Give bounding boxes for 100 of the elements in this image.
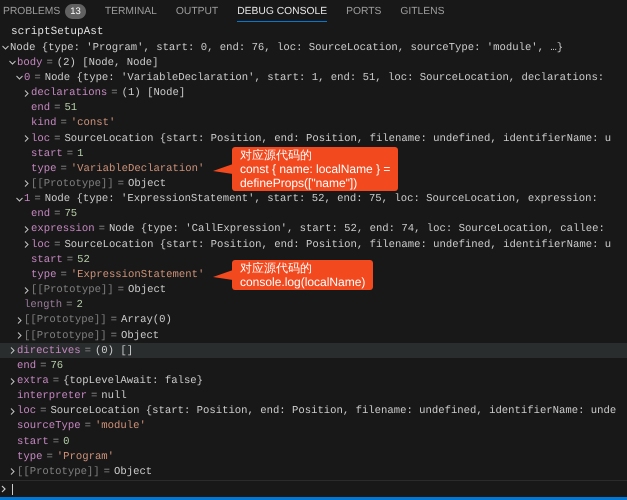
chevron-down-icon[interactable]	[16, 74, 23, 82]
equals-sign: =	[66, 254, 74, 266]
tree-row[interactable]: [[Prototype]] = Object	[0, 176, 166, 192]
property-name: directives	[17, 344, 81, 357]
tree-row[interactable]: type = 'Program'	[0, 449, 114, 464]
property-value: 0	[63, 436, 70, 448]
equals-sign: =	[118, 178, 124, 190]
tree-row[interactable]: start = 0	[0, 434, 70, 450]
chevron-right-icon[interactable]	[16, 332, 23, 340]
property-value: Object	[128, 284, 166, 296]
property-value: 76	[50, 360, 64, 372]
equals-sign: =	[104, 466, 110, 478]
equals-sign: =	[46, 450, 53, 463]
chevron-right-icon[interactable]	[23, 90, 30, 97]
property-name: body	[17, 56, 42, 69]
chevron-down-icon[interactable]	[9, 59, 16, 66]
tree-row[interactable]: body = (2) [Node, Node]	[0, 55, 159, 70]
chevron-right-icon[interactable]	[23, 241, 30, 248]
chevron-right-icon[interactable]	[23, 226, 30, 233]
property-value: 'Program'	[56, 450, 114, 463]
tree-row[interactable]: directives = (0) []	[0, 343, 627, 358]
tree-row[interactable]: expression = Node {type: 'CallExpression', start: 52, end: 74, loc: SourceLocation, callee:	[0, 222, 605, 238]
equals-sign: =	[60, 117, 67, 130]
property-value: 1	[77, 148, 84, 160]
panel-tab[interactable]: GITLENS	[400, 1, 444, 22]
property-value: Array(0)	[121, 314, 172, 326]
property-name: type	[31, 162, 56, 175]
property-value: 51	[64, 102, 78, 114]
tree-row[interactable]: length = 2	[0, 298, 83, 313]
tree-row[interactable]: [[Prototype]] = Object	[0, 464, 152, 480]
equals-sign: =	[90, 390, 98, 402]
variable-label: scriptSetupAst	[10, 25, 104, 40]
equals-sign: =	[60, 162, 67, 175]
tree-row[interactable]: sourceType = 'module'	[0, 418, 146, 434]
tree-row[interactable]: 1 = Node {type: 'ExpressionStatement', start: 52, end: 75, loc: SourceLocation, expression:	[0, 192, 598, 207]
tree-row[interactable]: type = 'ExpressionStatement'	[0, 267, 204, 282]
chevron-right-icon[interactable]	[23, 180, 30, 188]
panel-tab[interactable]: PROBLEMS	[3, 1, 60, 22]
equals-sign: =	[54, 132, 60, 145]
chevron-right-icon[interactable]	[23, 286, 30, 294]
property-name: [[Prototype]]	[24, 330, 107, 342]
tree-row[interactable]: end = 75	[0, 206, 78, 222]
tree-row[interactable]: [[Prototype]] = Object	[0, 282, 166, 298]
chevron-right-icon[interactable]	[9, 468, 16, 476]
tree-row[interactable]: [[Prototype]] = Array(0)	[0, 312, 172, 328]
property-value: null	[101, 390, 127, 402]
equals-sign: =	[46, 56, 53, 69]
property-value: Node {type: 'Program', start: 0, end: 76, loc: SourceLocation, sourceType: 'module', …}	[10, 42, 564, 54]
property-value: SourceLocation {start: Position, end: Position, filename: undefined, identifierName: u	[64, 238, 612, 251]
property-value: 52	[77, 254, 90, 266]
tree-row[interactable]: 0 = Node {type: 'VariableDeclaration', start: 1, end: 51, loc: SourceLocation, declarations:	[0, 70, 604, 86]
equals-sign: =	[111, 87, 118, 100]
chevron-right-icon[interactable]	[9, 378, 16, 385]
panel-tab[interactable]: TERMINAL	[104, 1, 157, 22]
equals-sign: =	[40, 360, 46, 372]
property-value: 'module'	[94, 420, 146, 432]
panel-tab[interactable]: DEBUG CONSOLE	[237, 1, 328, 22]
equals-sign: =	[52, 375, 60, 388]
equals-sign: =	[34, 193, 41, 206]
prompt-chevron-icon	[1, 485, 6, 493]
property-name: interpreter	[17, 390, 87, 402]
chevron-right-icon[interactable]	[16, 316, 23, 324]
tree-row[interactable]: end = 51	[0, 100, 78, 116]
panel-tab[interactable]: OUTPUT	[176, 1, 218, 22]
property-value: Object	[121, 330, 160, 342]
tree-row[interactable]: kind = 'const'	[0, 116, 116, 131]
tree-row[interactable]: Node {type: 'Program', start: 0, end: 76, loc: SourceLocation, sourceType: 'module', …}	[0, 40, 564, 56]
property-name: 0	[24, 72, 30, 84]
equals-sign: =	[84, 420, 91, 432]
tree-row[interactable]: [[Prototype]] = Object	[0, 328, 160, 344]
equals-sign: =	[54, 208, 60, 220]
equals-sign: =	[118, 284, 124, 296]
annotation-callout: 对应源代码的 const { name: localName } = defineProps(["name"])	[232, 146, 398, 191]
equals-sign: =	[54, 102, 60, 114]
property-value: Object	[114, 466, 152, 478]
tree-row[interactable]: type = 'VariableDeclaration'	[0, 161, 204, 176]
property-value: (2) [Node, Node]	[56, 56, 159, 69]
chevron-right-icon[interactable]	[9, 408, 16, 415]
tree-row[interactable]: start = 1	[0, 146, 84, 162]
tree-row[interactable]: loc = SourceLocation {start: Position, end: Position, filename: undefined, identifierName: u	[0, 237, 612, 252]
tree-row[interactable]: declarations = (1) [Node]	[0, 85, 186, 101]
tree-row[interactable]: extra = {topLevelAwait: false}	[0, 373, 204, 389]
property-name: start	[17, 436, 49, 448]
property-value: Node {type: 'ExpressionStatement', start: 52, end: 75, loc: SourceLocation, expression:	[44, 193, 598, 206]
tree-row[interactable]: loc = SourceLocation {start: Position, end: Position, filename: undefined, identifierName: u	[0, 130, 612, 146]
panel-tab[interactable]: PORTS	[346, 1, 382, 22]
property-value: 'const'	[70, 117, 116, 130]
property-name: start	[31, 148, 63, 160]
chevron-right-icon[interactable]	[23, 135, 30, 142]
tree-row[interactable]: loc = SourceLocation {start: Position, end: Position, filename: undefined, identifierName: unde	[0, 404, 616, 419]
tree-row[interactable]: start = 52	[0, 252, 90, 268]
chevron-down-icon[interactable]	[16, 196, 23, 203]
annotation-callout: 对应源代码的 console.log(localName)	[232, 260, 374, 290]
chevron-down-icon[interactable]	[2, 44, 9, 52]
tree-row[interactable]: interpreter = null	[0, 388, 127, 404]
tree-row[interactable]: end = 76	[0, 358, 64, 374]
property-value: Node {type: 'VariableDeclaration', start: 1, end: 51, loc: SourceLocation, declarations:	[44, 72, 604, 84]
equals-sign: =	[84, 344, 91, 357]
equals-sign: =	[66, 299, 73, 312]
chevron-right-icon[interactable]	[9, 347, 16, 354]
